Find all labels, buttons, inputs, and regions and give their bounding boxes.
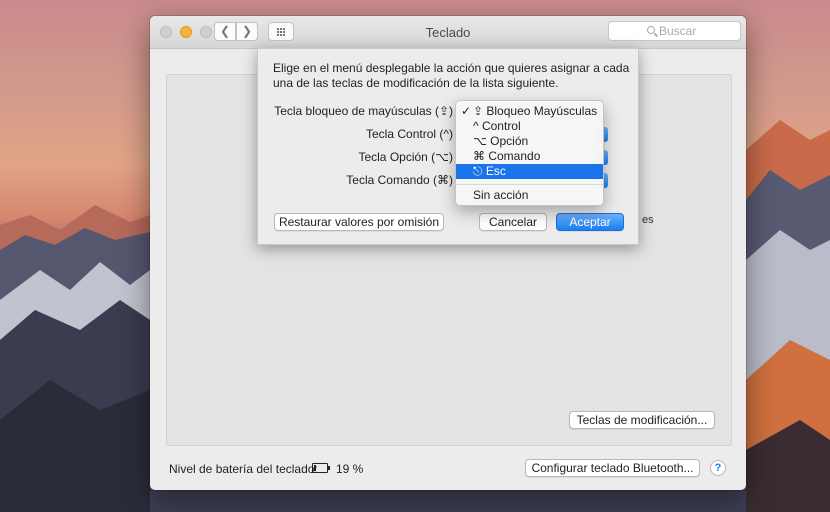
menu-item-caps-lock[interactable]: ✓ ⇪ Bloqueo Mayúsculas [456, 104, 603, 119]
obscured-label-fragment: es [642, 214, 654, 226]
battery-level-label: Nivel de batería del teclado: [169, 462, 318, 476]
control-key-label: Tecla Control (^) [366, 127, 453, 141]
search-placeholder: Buscar [659, 24, 697, 38]
menu-item-control[interactable]: ^ Control [456, 119, 603, 134]
option-key-label: Tecla Opción (⌥) [358, 150, 453, 164]
search-input[interactable]: Buscar [608, 21, 741, 41]
restore-defaults-button[interactable]: Restaurar valores por omisión [274, 213, 444, 231]
search-icon [647, 26, 655, 34]
menu-item-command[interactable]: ⌘ Comando [456, 149, 603, 164]
cancel-button[interactable]: Cancelar [479, 213, 547, 231]
command-key-label: Tecla Comando (⌘) [346, 173, 453, 187]
accept-button[interactable]: Aceptar [556, 213, 624, 231]
caps-lock-action-menu: ✓ ⇪ Bloqueo Mayúsculas ^ Control ⌥ Opció… [455, 100, 604, 206]
menu-item-no-action[interactable]: Sin acción [456, 188, 603, 203]
menu-item-escape[interactable]: ⎋ Esc [456, 164, 603, 179]
sheet-instructions: Elige en el menú desplegable la acción q… [273, 61, 630, 90]
caps-lock-key-label: Tecla bloqueo de mayúsculas (⇪) [274, 104, 453, 118]
battery-percent: 19 % [336, 462, 364, 476]
menu-item-option[interactable]: ⌥ Opción [456, 134, 603, 149]
menu-separator [456, 184, 603, 185]
battery-icon [312, 463, 330, 473]
title-bar: ❮ ❯ Teclado Buscar [150, 16, 746, 49]
help-button[interactable]: ? [710, 460, 726, 476]
checkmark-icon: ✓ [461, 104, 472, 118]
modifier-keys-button[interactable]: Teclas de modificación... [569, 411, 715, 429]
configure-bluetooth-keyboard-button[interactable]: Configurar teclado Bluetooth... [525, 459, 700, 477]
